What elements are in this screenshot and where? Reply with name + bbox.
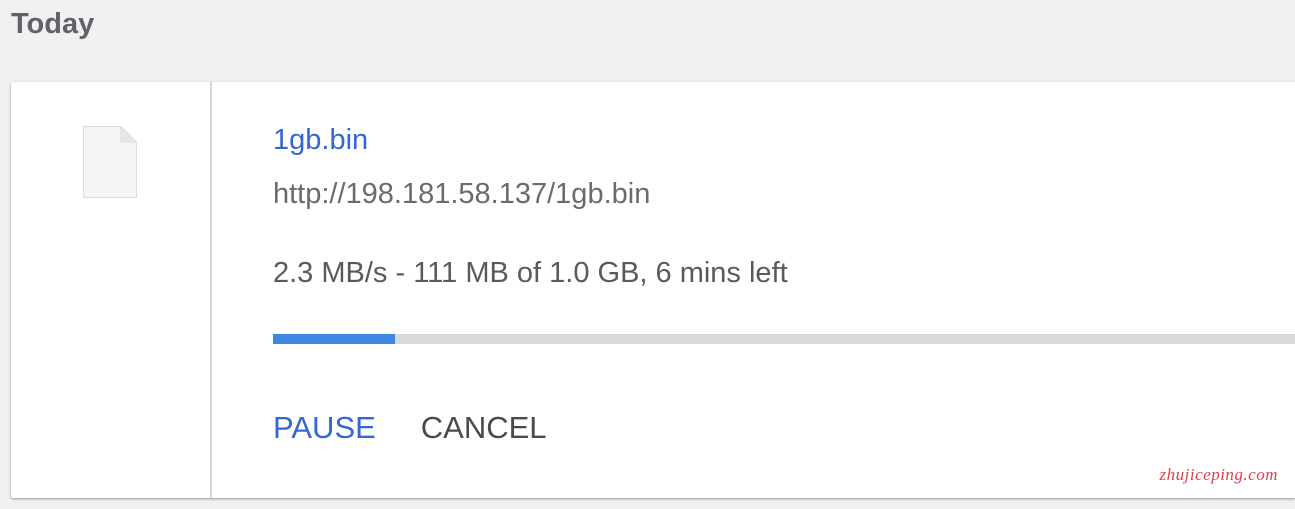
file-name-link[interactable]: 1gb.bin <box>273 122 368 158</box>
download-progress-bar <box>273 334 1295 344</box>
download-progress-fill <box>273 334 395 344</box>
pause-button[interactable]: PAUSE <box>273 409 376 447</box>
file-icon-column <box>11 82 212 498</box>
file-icon <box>83 126 137 198</box>
file-source-url[interactable]: http://198.181.58.137/1gb.bin <box>273 176 650 212</box>
watermark-text: zhujiceping.com <box>1159 465 1278 484</box>
download-status-text: 2.3 MB/s - 111 MB of 1.0 GB, 6 mins left <box>273 257 788 289</box>
download-item-card: 1gb.bin http://198.181.58.137/1gb.bin 2.… <box>11 82 1295 498</box>
section-header-today: Today <box>11 8 95 40</box>
download-actions: PAUSE CANCEL <box>273 408 547 448</box>
cancel-button[interactable]: CANCEL <box>421 409 547 447</box>
download-details: 1gb.bin http://198.181.58.137/1gb.bin 2.… <box>273 82 1295 498</box>
